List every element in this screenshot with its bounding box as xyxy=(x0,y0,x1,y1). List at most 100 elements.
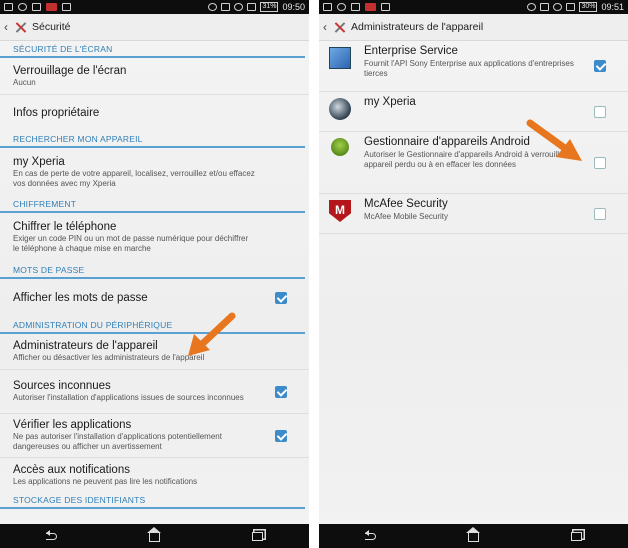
home-button[interactable] xyxy=(454,526,494,546)
navigation-bar xyxy=(319,524,628,548)
android-device-manager-checkbox[interactable] xyxy=(594,156,606,169)
notification-icon xyxy=(323,3,332,11)
item-subtitle: Ne pas autoriser l'installation d'applic… xyxy=(13,432,222,451)
admin-item-enterprise-service[interactable]: Enterprise Service Fournit l'API Sony En… xyxy=(319,41,628,92)
page-title: Sécurité xyxy=(32,21,71,33)
nfc-icon xyxy=(337,3,346,11)
section-header-encryption: CHIFFREMENT xyxy=(0,196,305,213)
recent-apps-icon xyxy=(252,531,263,541)
my-xperia-checkbox[interactable] xyxy=(594,105,606,118)
clock: 09:51 xyxy=(601,2,624,12)
signal-icon xyxy=(247,3,257,11)
status-bar: 31% 09:50 xyxy=(0,0,309,14)
status-bar: 30% 09:51 xyxy=(319,0,628,14)
back-arrow-icon xyxy=(365,529,376,540)
unknown-sources-item[interactable]: Sources inconnues Autoriser l'installati… xyxy=(0,370,309,414)
item-subtitle: En cas de perte de votre appareil, local… xyxy=(13,168,255,188)
app-notification-icon xyxy=(365,3,376,11)
show-passwords-checkbox[interactable] xyxy=(275,292,287,304)
clock: 09:50 xyxy=(282,2,305,12)
back-button[interactable] xyxy=(32,526,72,546)
annotation-arrow xyxy=(186,312,236,358)
notification-icon xyxy=(4,3,13,11)
item-title: Administrateurs de l'appareil xyxy=(13,340,158,352)
recent-apps-button[interactable] xyxy=(557,526,597,546)
action-bar[interactable]: ‹ Administrateurs de l'appareil xyxy=(319,14,628,41)
recent-apps-button[interactable] xyxy=(238,526,278,546)
vibrate-icon xyxy=(540,3,550,11)
my-xperia-item[interactable]: my Xperia En cas de perte de votre appar… xyxy=(0,148,309,196)
item-title: Vérifier les applications xyxy=(13,419,132,431)
notification-icon xyxy=(62,3,71,11)
home-icon xyxy=(147,527,161,542)
settings-tools-icon xyxy=(333,21,346,34)
item-title: Enterprise Service xyxy=(364,45,458,57)
recent-apps-icon xyxy=(571,531,582,541)
settings-tools-icon xyxy=(14,21,27,34)
notification-icon xyxy=(32,3,41,11)
item-title: Accès aux notifications xyxy=(13,463,130,476)
android-device-manager-icon xyxy=(331,138,349,156)
mcafee-icon: M xyxy=(329,200,351,222)
mcafee-security-checkbox[interactable] xyxy=(594,207,606,220)
item-subtitle: Aucun xyxy=(13,77,36,87)
signal-icon xyxy=(566,3,576,11)
section-header-passwords: MOTS DE PASSE xyxy=(0,262,305,279)
section-header-find-device: RECHERCHER MON APPAREIL xyxy=(0,131,305,148)
device-admin-list[interactable]: Enterprise Service Fournit l'API Sony En… xyxy=(319,41,628,524)
verify-apps-item[interactable]: Vérifier les applications Ne pas autoris… xyxy=(0,414,309,458)
my-xperia-icon xyxy=(329,98,351,120)
settings-list[interactable]: SÉCURITÉ DE L'ÉCRAN Verrouillage de l'éc… xyxy=(0,41,309,524)
enterprise-service-icon xyxy=(329,47,351,69)
show-passwords-item[interactable]: Afficher les mots de passe xyxy=(0,279,309,317)
wifi-icon xyxy=(553,3,563,11)
notification-icon xyxy=(351,3,360,11)
nfc-icon xyxy=(18,3,27,11)
app-notification-icon xyxy=(46,3,57,11)
item-title: McAfee Security xyxy=(364,198,448,210)
alarm-icon xyxy=(527,3,537,11)
left-screen: 31% 09:50 ‹ Sécurité SÉCURITÉ DE L'ÉCRAN… xyxy=(0,0,309,548)
vibrate-icon xyxy=(221,3,231,11)
home-icon xyxy=(466,527,480,542)
item-title: Sources inconnues xyxy=(13,380,111,392)
back-arrow-icon xyxy=(46,529,57,540)
admin-item-mcafee-security[interactable]: M McAfee Security McAfee Mobile Security xyxy=(319,194,628,234)
item-title: Afficher les mots de passe xyxy=(13,292,148,304)
item-subtitle: Afficher ou désactiver les administrateu… xyxy=(13,353,205,362)
item-title: Infos propriétaire xyxy=(13,107,100,119)
item-title: Chiffrer le téléphone xyxy=(13,221,117,233)
item-subtitle: Exiger un code PIN ou un mot de passe nu… xyxy=(13,234,249,253)
home-button[interactable] xyxy=(135,526,175,546)
battery-level: 30% xyxy=(579,2,598,12)
notification-icon xyxy=(381,3,390,11)
item-subtitle: Les applications ne peuvent pas lire les… xyxy=(13,476,198,486)
battery-level: 31% xyxy=(260,2,279,12)
wifi-icon xyxy=(234,3,244,11)
item-title: my Xperia xyxy=(364,96,416,108)
item-title: my Xperia xyxy=(13,155,65,168)
verify-apps-checkbox[interactable] xyxy=(275,429,287,442)
alarm-icon xyxy=(208,3,218,11)
owner-info-item[interactable]: Infos propriétaire xyxy=(0,95,309,131)
item-subtitle: Fournit l'API Sony Enterprise aux applic… xyxy=(364,59,574,78)
device-administrators-item[interactable]: Administrateurs de l'appareil Afficher o… xyxy=(0,334,309,370)
item-title: Verrouillage de l'écran xyxy=(13,64,127,77)
annotation-arrow xyxy=(526,119,584,165)
screen-lock-item[interactable]: Verrouillage de l'écran Aucun xyxy=(0,58,309,95)
item-subtitle: Autoriser l'installation d'applications … xyxy=(13,393,244,402)
enterprise-service-checkbox[interactable] xyxy=(594,60,606,72)
action-bar[interactable]: ‹ Sécurité xyxy=(0,14,309,41)
back-button[interactable] xyxy=(351,526,391,546)
section-header-device-administration: ADMINISTRATION DU PÉRIPHÉRIQUE xyxy=(0,317,305,334)
encrypt-phone-item[interactable]: Chiffrer le téléphone Exiger un code PIN… xyxy=(0,213,309,262)
item-subtitle: McAfee Mobile Security xyxy=(364,212,449,221)
page-title: Administrateurs de l'appareil xyxy=(351,21,484,33)
back-chevron-icon[interactable]: ‹ xyxy=(4,20,12,34)
right-screen: 30% 09:51 ‹ Administrateurs de l'apparei… xyxy=(319,0,628,548)
back-chevron-icon[interactable]: ‹ xyxy=(323,20,331,34)
unknown-sources-checkbox[interactable] xyxy=(275,385,287,398)
notification-access-item[interactable]: Accès aux notifications Les applications… xyxy=(0,458,309,492)
section-header-credential-storage: STOCKAGE DES IDENTIFIANTS xyxy=(0,492,305,509)
navigation-bar xyxy=(0,524,309,548)
